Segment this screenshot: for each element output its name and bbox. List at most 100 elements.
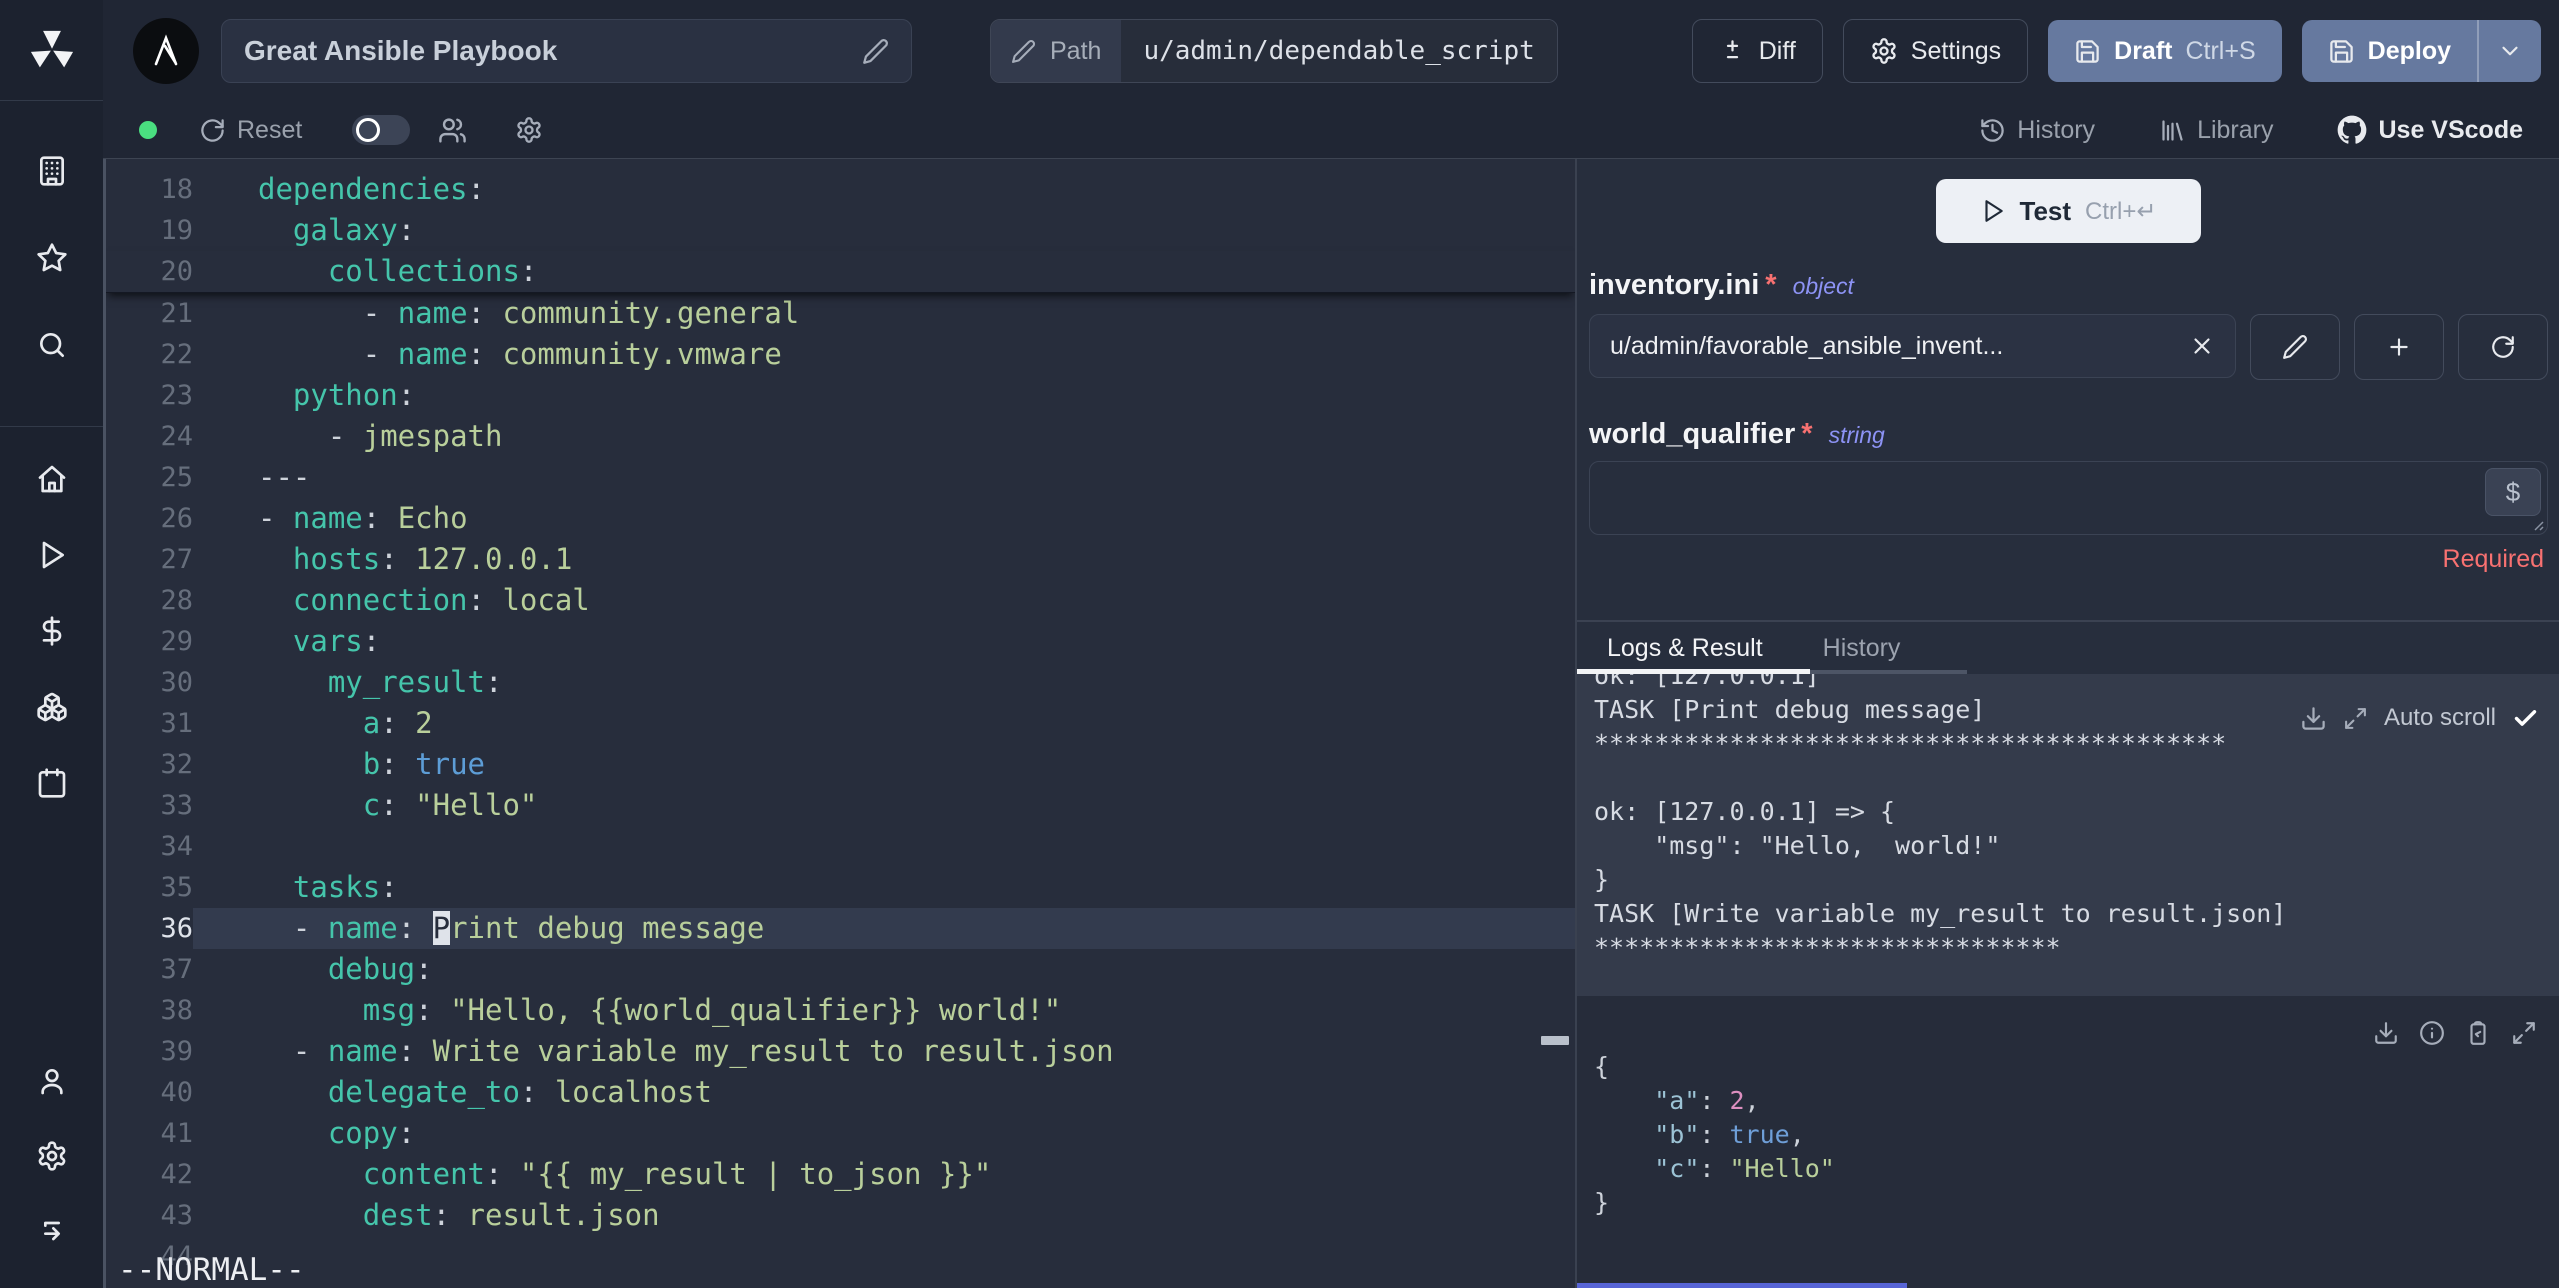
pencil-icon[interactable]	[862, 38, 889, 65]
sidebar-top-nav	[0, 101, 103, 426]
code-line[interactable]: 35 tasks:	[106, 867, 1575, 908]
sidebar-item-logout[interactable]	[0, 1193, 103, 1268]
code-line[interactable]: 20 collections:	[106, 251, 1575, 293]
test-button[interactable]: Test Ctrl+↵	[1935, 179, 2201, 243]
code-text: - name: Print debug message	[193, 908, 1575, 949]
code-line[interactable]: 41 copy:	[106, 1113, 1575, 1154]
sidebar-item-runs[interactable]	[0, 517, 103, 593]
sidebar-item-home[interactable]	[0, 441, 103, 517]
sidebar-bottom-nav	[0, 1043, 103, 1288]
field-name: inventory.ini	[1589, 269, 1760, 301]
clipboard-icon[interactable]	[2465, 1020, 2491, 1046]
code-line[interactable]: 29 vars:	[106, 621, 1575, 662]
code-line[interactable]: 34	[106, 826, 1575, 867]
draft-button[interactable]: Draft Ctrl+S	[2048, 20, 2282, 82]
editor-settings-button[interactable]	[515, 116, 543, 144]
sidebar-item-schedules[interactable]	[0, 745, 103, 821]
code-line[interactable]: 18 dependencies:	[106, 169, 1575, 210]
code-line[interactable]: 31 a: 2	[106, 703, 1575, 744]
sidebar-item-workspace[interactable]	[0, 127, 103, 214]
users-icon	[439, 117, 467, 143]
windmill-logo-icon	[30, 30, 73, 68]
info-icon[interactable]	[2419, 1020, 2445, 1046]
code-line[interactable]: 22 - name: community.vmware	[106, 334, 1575, 375]
library-icon	[2162, 119, 2183, 141]
play-icon	[1984, 200, 2003, 222]
line-number: 21	[160, 298, 193, 329]
library-button[interactable]: Library	[2159, 116, 2273, 145]
code-line[interactable]: 30 my_result:	[106, 662, 1575, 703]
code-line[interactable]: 26 - name: Echo	[106, 498, 1575, 539]
world-qualifier-textarea[interactable]: $	[1589, 461, 2548, 535]
code-line[interactable]: 36 - name: Print debug message	[106, 908, 1575, 949]
history-button[interactable]: History	[1979, 116, 2095, 145]
diff-button[interactable]: Diff	[1691, 19, 1823, 83]
deploy-dropdown-button[interactable]	[2479, 20, 2541, 82]
line-number: 40	[160, 1077, 193, 1108]
collaborators-button[interactable]	[438, 116, 467, 145]
insert-variable-button[interactable]: $	[2485, 468, 2541, 516]
toolbar-right: History Library Use VScode	[1979, 115, 2523, 145]
check-icon[interactable]	[2512, 705, 2539, 732]
code-line[interactable]: 21 - name: community.general	[106, 293, 1575, 334]
resize-handle[interactable]	[2530, 517, 2544, 531]
windmill-logo[interactable]	[0, 0, 103, 100]
ansible-logo-icon	[154, 34, 178, 66]
sidebar-item-variables[interactable]	[0, 593, 103, 669]
code-line[interactable]: 24 - jmespath	[106, 416, 1575, 457]
code-line[interactable]: 42 content: "{{ my_result | to_json }}"	[106, 1154, 1575, 1195]
result-viewer[interactable]: { "a": 2, "b": true, "c": "Hello"}	[1577, 996, 2559, 1288]
code-line[interactable]: 33 c: "Hello"	[106, 785, 1575, 826]
code-line[interactable]: 25 ---	[106, 457, 1575, 498]
code-text: - jmespath	[258, 419, 503, 453]
title-input[interactable]: Great Ansible Playbook	[221, 19, 912, 83]
download-icon[interactable]	[2373, 1020, 2399, 1046]
use-vscode-button[interactable]: Use VScode	[2337, 115, 2523, 145]
code-line[interactable]: 43 dest: result.json	[106, 1195, 1575, 1236]
required-star: *	[1765, 269, 1777, 301]
deploy-button[interactable]: Deploy	[2302, 20, 2477, 82]
log-output[interactable]: ok: [127.0.0.1] TASK [Print debug message…	[1577, 674, 2559, 996]
code-line[interactable]: 23 python:	[106, 375, 1575, 416]
code-line[interactable]: 28 connection: local	[106, 580, 1575, 621]
add-resource-button[interactable]	[2354, 314, 2444, 380]
tab-logs-result[interactable]: Logs & Result	[1577, 622, 1793, 674]
tab-history[interactable]: History	[1793, 622, 1931, 674]
line-number: 24	[160, 421, 193, 452]
draft-shortcut: Ctrl+S	[2185, 36, 2256, 65]
log-line: TASK [Write variable my_result to result…	[1594, 899, 2287, 928]
download-icon[interactable]	[2300, 705, 2327, 732]
inventory-resource-input[interactable]: u/admin/favorable_ansible_invent...	[1589, 314, 2236, 378]
sidebar-item-account[interactable]	[0, 1043, 103, 1118]
code-line[interactable]: 40 delegate_to: localhost	[106, 1072, 1575, 1113]
sidebar-item-favorites[interactable]	[0, 214, 103, 301]
path-button[interactable]: Path u/admin/dependable_script	[990, 19, 1558, 83]
sidebar-item-settings[interactable]	[0, 1118, 103, 1193]
code-line[interactable]: 44	[106, 1236, 1575, 1277]
test-label: Test	[2019, 195, 2072, 226]
code-line[interactable]: 32 b: true	[106, 744, 1575, 785]
sidebar-item-search[interactable]	[0, 301, 103, 388]
sidebar	[0, 0, 103, 1288]
save-icon	[2329, 39, 2353, 63]
edit-resource-button[interactable]	[2250, 314, 2340, 380]
reset-button[interactable]: Reset	[199, 116, 302, 145]
code-editor[interactable]: 18 dependencies: 19 galaxy: 20 collections:…	[103, 159, 1575, 1288]
clear-icon[interactable]	[2189, 333, 2215, 359]
main-column: Great Ansible Playbook Path u/admin/depe…	[103, 0, 2559, 1288]
code-line[interactable]: 37 debug:	[106, 949, 1575, 990]
bottom-scrollbar-thumb[interactable]	[1577, 1283, 1907, 1288]
refresh-resource-button[interactable]	[2458, 314, 2548, 380]
line-number: 30	[160, 667, 193, 698]
sidebar-item-resources[interactable]	[0, 669, 103, 745]
maximize-icon[interactable]	[2343, 706, 2368, 731]
code-line[interactable]: 19 galaxy:	[106, 210, 1575, 251]
code-text: tasks:	[292, 870, 398, 904]
code-line[interactable]: 27 hosts: 127.0.0.1	[106, 539, 1575, 580]
code-line[interactable]: 39 - name: Write variable my_result to r…	[106, 1031, 1575, 1072]
code-line[interactable]: 38 msg: "Hello, {{world_qualifier}} worl…	[106, 990, 1575, 1031]
settings-button[interactable]: Settings	[1842, 19, 2029, 83]
content-row: 18 dependencies: 19 galaxy: 20 collections:…	[103, 158, 2559, 1288]
diff-mode-toggle[interactable]	[352, 115, 411, 145]
maximize-icon[interactable]	[2511, 1020, 2537, 1046]
